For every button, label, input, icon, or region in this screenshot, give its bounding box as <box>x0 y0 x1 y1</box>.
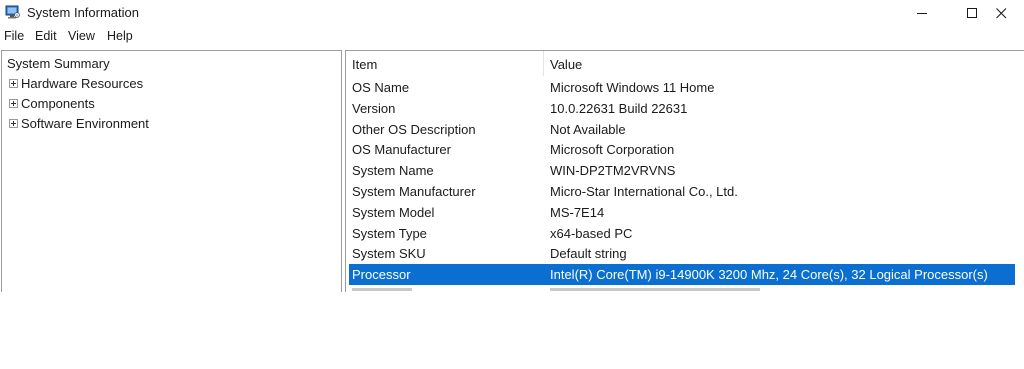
row-value: Microsoft Windows 11 Home <box>550 80 715 95</box>
menu-bar: File Edit View Help <box>0 26 1024 47</box>
list-rows: OS Name Microsoft Windows 11 Home Versio… <box>349 77 1015 292</box>
expand-icon[interactable] <box>9 79 18 88</box>
row-item: System Type <box>352 225 427 241</box>
column-header-value[interactable]: Value <box>550 57 582 72</box>
row-item: Processor <box>352 267 411 283</box>
maximize-icon <box>966 7 977 18</box>
window-title: System Information <box>27 5 139 20</box>
row-item: System Name <box>352 163 434 179</box>
row-value: MS-7E14 <box>550 204 605 220</box>
row-value: Default string <box>550 246 627 262</box>
list-header: Item Value <box>346 51 1024 76</box>
table-row[interactable]: System SKU Default string <box>349 243 1015 264</box>
table-row[interactable]: System Name WIN-DP2TM2VRVNS <box>349 160 1015 181</box>
close-button[interactable] <box>978 0 1024 26</box>
menu-help[interactable]: Help <box>107 29 133 43</box>
row-value: 10.0.22631 Build 22631 <box>550 100 688 116</box>
row-item: OS Manufacturer <box>352 142 451 158</box>
row-item: System SKU <box>352 246 426 262</box>
tree-item-hardware-resources[interactable]: Hardware Resources <box>9 76 143 91</box>
category-tree[interactable]: System Summary Hardware Resources Compon… <box>1 50 342 292</box>
row-value: WIN-DP2TM2VRVNS <box>550 163 676 179</box>
row-item: Version <box>352 100 396 116</box>
table-row[interactable]: System Manufacturer Micro-Star Internati… <box>349 181 1015 202</box>
table-row[interactable]: System Type x64-based PC <box>349 223 1015 244</box>
tree-item-label: Hardware Resources <box>21 76 144 91</box>
row-value: Not Available <box>550 121 626 137</box>
row-item: OS Name <box>352 80 410 95</box>
table-row-partial[interactable] <box>349 285 1015 292</box>
system-information-window: System Information File Edit View Help S… <box>0 0 1024 292</box>
menu-view[interactable]: View <box>68 29 95 43</box>
row-value: Micro-Star International Co., Ltd. <box>550 183 738 199</box>
table-row[interactable]: System Model MS-7E14 <box>349 202 1015 223</box>
row-item: System Manufacturer <box>352 183 476 199</box>
partial-row-text <box>550 287 760 291</box>
menu-file[interactable]: File <box>4 29 24 43</box>
expand-icon[interactable] <box>9 119 18 128</box>
row-item: System Model <box>352 204 435 220</box>
row-value: Intel(R) Core(TM) i9-14900K 3200 Mhz, 24… <box>550 267 988 283</box>
close-icon <box>995 7 1006 18</box>
menu-edit[interactable]: Edit <box>35 29 57 43</box>
minimize-button[interactable] <box>899 0 945 26</box>
tree-item-system-summary[interactable]: System Summary <box>7 56 110 71</box>
tree-item-label: Software Environment <box>21 116 149 131</box>
table-row[interactable]: Version 10.0.22631 Build 22631 <box>349 98 1015 119</box>
row-value: x64-based PC <box>550 225 633 241</box>
tree-item-components[interactable]: Components <box>9 96 95 111</box>
table-row[interactable]: Other OS Description Not Available <box>349 119 1015 140</box>
row-value: Microsoft Corporation <box>550 142 675 158</box>
title-bar[interactable]: System Information <box>0 0 1024 26</box>
table-row[interactable]: OS Name Microsoft Windows 11 Home <box>349 77 1015 98</box>
minimize-icon <box>916 12 927 14</box>
details-list[interactable]: Item Value OS Name Microsoft Windows 11 … <box>345 50 1024 292</box>
column-header-item[interactable]: Item <box>352 57 377 72</box>
column-divider[interactable] <box>543 51 544 76</box>
row-item: Other OS Description <box>352 121 476 137</box>
table-row[interactable]: OS Manufacturer Microsoft Corporation <box>349 139 1015 160</box>
expand-icon[interactable] <box>9 99 18 108</box>
partial-row-text <box>352 287 412 291</box>
system-information-icon <box>5 5 20 19</box>
tree-item-software-environment[interactable]: Software Environment <box>9 116 149 131</box>
table-row-selected[interactable]: Processor Intel(R) Core(TM) i9-14900K 32… <box>349 264 1015 285</box>
tree-item-label: Components <box>21 96 95 111</box>
